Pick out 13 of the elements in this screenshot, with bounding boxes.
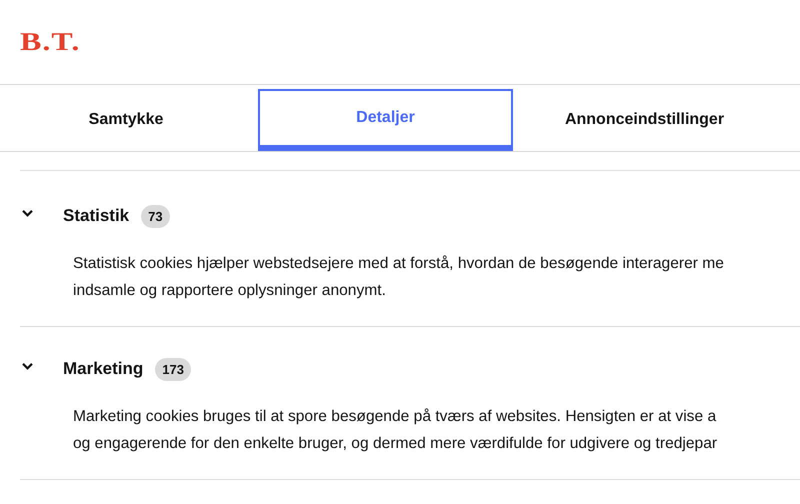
description-line: Statistisk cookies hjælper webstedsejere med at forstå, hvordan de besøgende interagerer me bbox=[73, 254, 725, 274]
logo: B.T. bbox=[20, 28, 80, 54]
chevron-down-icon[interactable] bbox=[21, 208, 34, 218]
tab[interactable]: Samtykke bbox=[3, 89, 249, 151]
chevron-down-icon[interactable] bbox=[21, 362, 34, 370]
section-title: Statistik bbox=[63, 206, 130, 226]
section-title: Marketing bbox=[63, 359, 144, 379]
description-line: Marketing cookies bruges til at spore besøgende på tværs af websites. Hensigten er at vise a bbox=[73, 407, 718, 427]
tab[interactable]: Annonceindstillinger bbox=[522, 89, 767, 151]
description-line: indsamle og rapportere oplysninger anonymt. bbox=[73, 281, 387, 301]
count-badge: 173 bbox=[155, 358, 191, 380]
count-badge: 73 bbox=[141, 204, 170, 228]
description-line: og engagerende for den enkelte bruger, og dermed mere værdifulde for udgivere og tredjepar bbox=[73, 434, 718, 454]
